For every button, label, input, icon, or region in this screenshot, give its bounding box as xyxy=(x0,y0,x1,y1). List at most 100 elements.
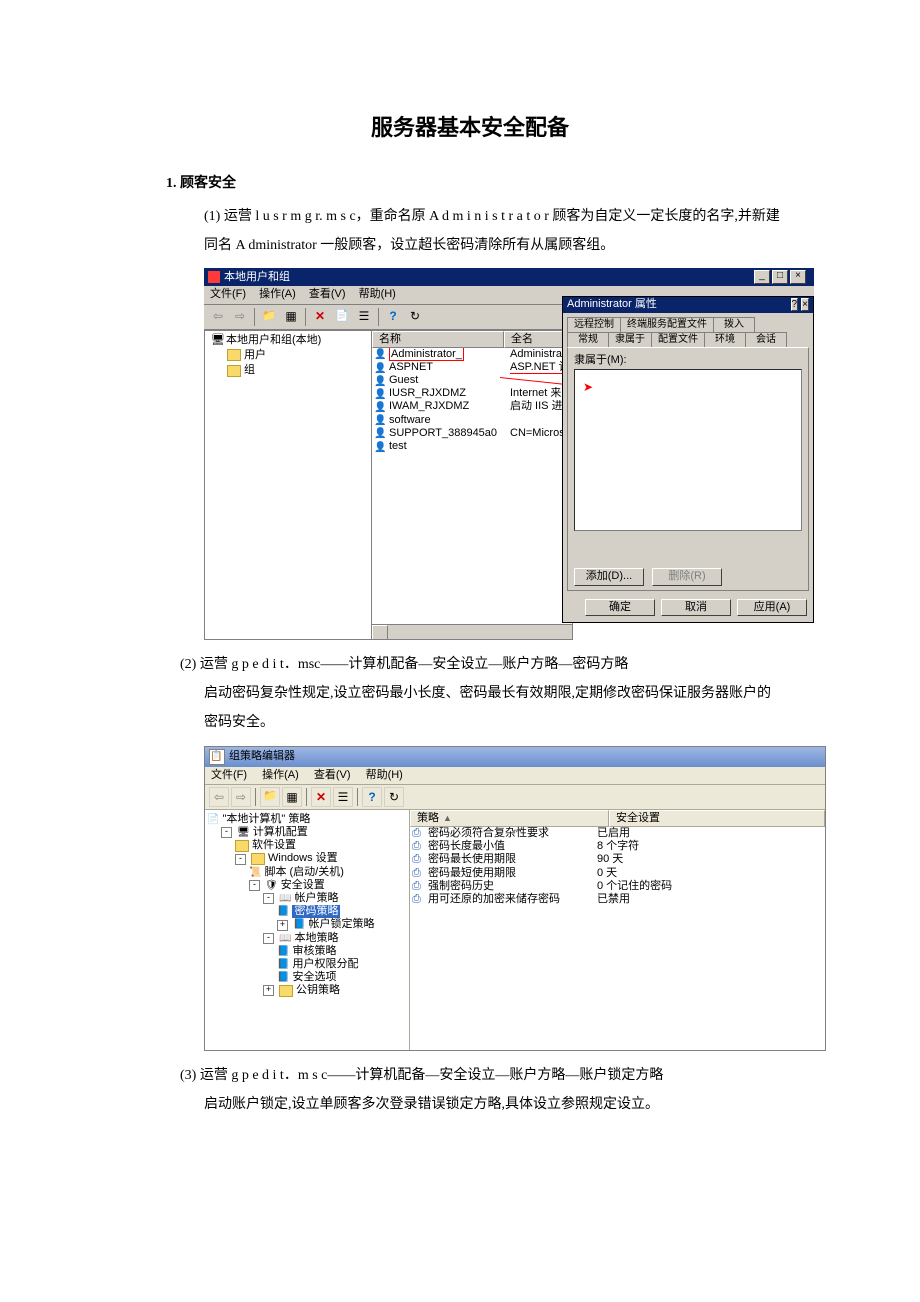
tree-comp[interactable]: 计算机配置 xyxy=(253,826,308,839)
policy-name: 密码必须符合复杂性要求 xyxy=(412,827,597,840)
tree-root[interactable]: "本地计算机" 策略 xyxy=(222,813,310,826)
ok-button[interactable]: 确定 xyxy=(585,599,655,616)
up-folder-button[interactable] xyxy=(259,307,279,327)
delete-button[interactable] xyxy=(311,787,331,807)
tree-sec[interactable]: 安全设置 xyxy=(281,879,325,892)
menu-file[interactable]: 文件(F) xyxy=(211,769,247,781)
expand-icon[interactable]: + xyxy=(277,920,288,931)
tree-rights[interactable]: 用户权限分配 xyxy=(292,958,358,971)
collapse-icon[interactable]: - xyxy=(263,893,274,904)
tree-users[interactable]: 用户 xyxy=(244,349,266,362)
menu-action[interactable]: 操作(A) xyxy=(262,769,299,781)
window-title: 组策略编辑器 xyxy=(229,750,295,763)
back-button[interactable] xyxy=(208,307,228,327)
tree-lock[interactable]: 帐户锁定策略 xyxy=(308,918,374,931)
user-icon xyxy=(374,441,386,453)
tree-local[interactable]: 本地策略 xyxy=(294,932,338,945)
item-1-text: 运营 l u s r m g r. m s c，重命名原 A d m i n i… xyxy=(204,209,780,253)
tree-audit[interactable]: 审核策略 xyxy=(292,945,336,958)
policy-row[interactable]: 密码最短使用期限0 天 xyxy=(410,867,825,880)
book-icon xyxy=(277,945,289,958)
up-folder-button[interactable] xyxy=(260,787,280,807)
tree-groups[interactable]: 组 xyxy=(244,364,255,377)
user-row[interactable]: IUSR_RJXDMZInternet 来宾帐户 xyxy=(372,387,572,400)
tree-root[interactable]: 本地用户和组(本地) xyxy=(226,334,321,347)
remove-button[interactable]: 删除(R) xyxy=(652,568,722,585)
menu-file[interactable]: 文件(F) xyxy=(210,288,246,300)
tab-memberof[interactable]: 隶属于 xyxy=(608,332,652,347)
app-icon xyxy=(208,271,220,283)
tree-pane: "本地计算机" 策略 - 计算机配置 软件设置 - Windows 设置 脚本 (启… xyxy=(205,810,410,1050)
refresh-button[interactable] xyxy=(384,787,404,807)
tree-pki[interactable]: 公钥策略 xyxy=(296,984,340,997)
help-button[interactable] xyxy=(362,787,382,807)
properties-button[interactable] xyxy=(282,787,302,807)
collapse-icon[interactable]: - xyxy=(263,933,274,944)
policy-icon xyxy=(412,867,426,880)
tab-dialin[interactable]: 拨入 xyxy=(713,317,755,332)
apply-button[interactable]: 应用(A) xyxy=(737,599,807,616)
policy-row[interactable]: 密码必须符合复杂性要求已启用 xyxy=(410,827,825,840)
tree-opts[interactable]: 安全选项 xyxy=(292,971,336,984)
add-button[interactable]: 添加(D)... xyxy=(574,568,644,585)
user-row[interactable]: test xyxy=(372,440,572,453)
col-policy[interactable]: 策略▲ xyxy=(410,810,609,827)
cancel-button[interactable]: 取消 xyxy=(661,599,731,616)
export-button[interactable] xyxy=(333,787,353,807)
item-3-number: (3) xyxy=(180,1068,196,1083)
close-button[interactable]: × xyxy=(790,270,806,284)
menu-help[interactable]: 帮助(H) xyxy=(366,769,403,781)
help-button[interactable]: ? xyxy=(791,298,799,311)
policy-row[interactable]: 密码最长使用期限90 天 xyxy=(410,853,825,866)
policy-row[interactable]: 强制密码历史0 个记住的密码 xyxy=(410,880,825,893)
scrollbar[interactable] xyxy=(372,624,572,639)
user-row[interactable]: software xyxy=(372,414,572,427)
copy-button[interactable] xyxy=(332,307,352,327)
tree-win[interactable]: Windows 设置 xyxy=(268,852,338,865)
lusrmgr-window: 本地用户和组 _ □ × 文件(F) 操作(A) 查看(V) xyxy=(204,268,814,639)
policy-row[interactable]: 用可还原的加密来储存密码已禁用 xyxy=(410,893,825,906)
tab-session[interactable]: 会话 xyxy=(745,332,787,347)
policy-row[interactable]: 密码长度最小值8 个字符 xyxy=(410,840,825,853)
collapse-icon[interactable]: - xyxy=(221,827,232,838)
item-2-text-b: 启动密码复杂性规定,设立密码最小长度、密码最长有效期限,定期修改密码保证服务器账… xyxy=(204,679,780,738)
tab-env[interactable]: 环境 xyxy=(704,332,746,347)
memberof-listbox[interactable]: ➤ xyxy=(574,369,802,531)
tab-tsprofile[interactable]: 终端服务配置文件 xyxy=(620,317,714,332)
collapse-icon[interactable]: - xyxy=(235,854,246,865)
delete-button[interactable] xyxy=(310,307,330,327)
view-button[interactable] xyxy=(354,307,374,327)
folder-icon xyxy=(235,840,249,852)
refresh-button[interactable] xyxy=(405,307,425,327)
toolbar-separator xyxy=(378,308,379,326)
col-setting[interactable]: 安全设置 xyxy=(609,810,825,827)
user-row[interactable]: SUPPORT_388945a0CN=Microsoft Corpora… xyxy=(372,427,572,440)
expand-icon[interactable]: + xyxy=(263,985,274,996)
tree-pwd[interactable]: 密码策略 xyxy=(292,905,340,918)
back-button[interactable] xyxy=(209,787,229,807)
tree-soft[interactable]: 软件设置 xyxy=(252,839,296,852)
minimize-button[interactable]: _ xyxy=(754,270,770,284)
help-button[interactable] xyxy=(383,307,403,327)
tree-scripts[interactable]: 脚本 (启动/关机) xyxy=(264,866,343,879)
tab-general[interactable]: 常规 xyxy=(567,332,609,347)
menu-help[interactable]: 帮助(H) xyxy=(359,288,396,300)
close-button[interactable]: × xyxy=(801,298,809,311)
menu-action[interactable]: 操作(A) xyxy=(259,288,296,300)
menu-view[interactable]: 查看(V) xyxy=(309,288,346,300)
forward-button[interactable] xyxy=(230,307,250,327)
properties-button[interactable] xyxy=(281,307,301,327)
forward-button[interactable] xyxy=(231,787,251,807)
collapse-icon[interactable]: - xyxy=(249,880,260,891)
menu-view[interactable]: 查看(V) xyxy=(314,769,351,781)
tab-remote[interactable]: 远程控制 xyxy=(567,317,621,332)
tab-profile[interactable]: 配置文件 xyxy=(651,332,705,347)
user-row[interactable]: IWAM_RJXDMZ启动 IIS 进程帐户 xyxy=(372,400,572,413)
policy-setting: 90 天 xyxy=(597,853,823,866)
user-row[interactable]: ASPNETASP.NET 计算机帐户 xyxy=(372,361,572,374)
tree-acct[interactable]: 帐户策略 xyxy=(294,892,338,905)
maximize-button[interactable]: □ xyxy=(772,270,788,284)
user-icon xyxy=(374,427,386,439)
col-name[interactable]: 名称 xyxy=(372,331,504,348)
user-row[interactable]: Administrator_Administrator xyxy=(372,348,572,361)
